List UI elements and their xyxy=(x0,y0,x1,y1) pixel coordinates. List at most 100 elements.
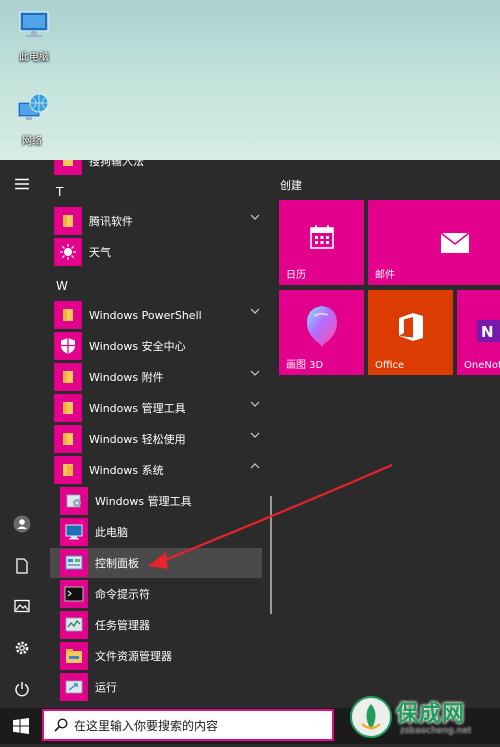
app-item-label: 任务管理器 xyxy=(95,619,150,632)
document-icon xyxy=(16,558,28,574)
documents-button[interactable] xyxy=(10,554,34,578)
picture-icon xyxy=(14,599,30,613)
app-item-tencent[interactable]: 腾讯软件 xyxy=(54,206,266,236)
cmd-icon xyxy=(60,580,88,608)
app-item-accessories[interactable]: Windows 附件 xyxy=(54,362,266,392)
tile-onenote[interactable]: N OneNote xyxy=(457,290,500,375)
folder-icon xyxy=(54,301,82,329)
tile-label: 邮件 xyxy=(375,270,395,281)
search-icon xyxy=(54,718,68,732)
office-icon xyxy=(399,313,423,341)
desktop-icon-network[interactable]: 网络 xyxy=(4,92,60,147)
app-item-label: 文件资源管理器 xyxy=(95,650,172,663)
app-list: 搜狗输入法 T 腾讯软件 天气 W Windows PowerShell Win… xyxy=(44,160,272,708)
section-letter-w[interactable]: W xyxy=(56,279,68,293)
chevron-down-icon xyxy=(250,370,260,376)
tile-area: 创建 日历 邮件 画图 3D Office N OneNot xyxy=(272,160,500,708)
folder-open-icon xyxy=(54,456,82,484)
desktop-icon-this-pc[interactable]: 此电脑 xyxy=(6,10,62,63)
app-item-sub-admin-tools[interactable]: Windows 管理工具 xyxy=(60,486,262,516)
tile-group-title[interactable]: 创建 xyxy=(280,177,302,193)
search-placeholder: 在这里输入你要搜索的内容 xyxy=(74,718,219,733)
chevron-down-icon xyxy=(250,214,260,220)
app-item-label: 运行 xyxy=(95,681,117,694)
app-item-label: Windows 轻松使用 xyxy=(89,433,186,446)
weather-sun-icon xyxy=(54,238,82,266)
expand-menu-button[interactable] xyxy=(10,172,34,196)
start-button[interactable] xyxy=(0,708,42,744)
tile-office[interactable]: Office xyxy=(368,290,453,375)
mail-icon xyxy=(440,232,470,253)
folder-icon xyxy=(54,160,82,175)
windows-logo-icon xyxy=(13,718,29,734)
app-item-run[interactable]: 运行 xyxy=(60,672,262,702)
chevron-down-icon xyxy=(250,401,260,407)
tile-label: 画图 3D xyxy=(286,360,324,371)
calendar-icon xyxy=(310,225,334,249)
section-letter-t[interactable]: T xyxy=(56,185,63,199)
file-explorer-icon xyxy=(60,642,88,670)
control-panel-icon xyxy=(60,549,88,577)
app-item-label: 此电脑 xyxy=(95,526,128,539)
shield-icon xyxy=(54,332,82,360)
desktop-icon-label: 网络 xyxy=(22,136,42,147)
desktop-icon-label: 此电脑 xyxy=(19,52,49,63)
app-item-cmd[interactable]: 命令提示符 xyxy=(60,579,262,609)
tile-mail[interactable]: 邮件 xyxy=(368,200,500,285)
app-item-label: 腾讯软件 xyxy=(89,215,133,228)
app-item-admin-tools[interactable]: Windows 管理工具 xyxy=(54,393,266,423)
tile-label: OneNote xyxy=(464,360,500,371)
start-rail xyxy=(0,160,44,708)
onenote-icon: N xyxy=(477,320,500,342)
app-item-sub-this-pc[interactable]: 此电脑 xyxy=(60,517,262,547)
tile-calendar[interactable]: 日历 xyxy=(279,200,364,285)
start-menu: 搜狗输入法 T 腾讯软件 天气 W Windows PowerShell Win… xyxy=(0,160,500,708)
app-item-powershell[interactable]: Windows PowerShell xyxy=(54,300,266,330)
pictures-button[interactable] xyxy=(10,594,34,618)
app-item-weather[interactable]: 天气 xyxy=(54,237,266,267)
account-button[interactable] xyxy=(10,512,34,536)
app-item-label: Windows 管理工具 xyxy=(89,402,186,415)
tile-paint3d[interactable]: 画图 3D xyxy=(279,290,364,375)
this-pc-icon xyxy=(19,11,49,37)
app-item-security-center[interactable]: Windows 安全中心 xyxy=(54,331,266,361)
network-icon xyxy=(17,93,49,120)
watermark-url: zsbaocheng.net xyxy=(400,726,472,736)
app-item-label: Windows 安全中心 xyxy=(89,340,186,353)
chevron-up-icon xyxy=(250,463,260,469)
app-item-label: 控制面板 xyxy=(95,557,139,570)
chevron-down-icon xyxy=(250,308,260,314)
user-avatar-icon xyxy=(13,515,31,533)
folder-icon xyxy=(54,394,82,422)
gear-icon xyxy=(15,641,29,655)
power-icon xyxy=(15,682,29,697)
app-item-label: Windows 系统 xyxy=(89,464,164,477)
tile-label: 日历 xyxy=(286,270,306,281)
watermark: 保成网 zsbaocheng.net xyxy=(340,690,500,744)
paint3d-icon xyxy=(307,306,337,347)
app-item-file-explorer[interactable]: 文件资源管理器 xyxy=(60,641,262,671)
svg-text:N: N xyxy=(481,323,494,341)
folder-icon xyxy=(54,207,82,235)
app-item-task-manager[interactable]: 任务管理器 xyxy=(60,610,262,640)
search-box[interactable]: 在这里输入你要搜索的内容 xyxy=(42,709,334,741)
app-item-label: 搜狗输入法 xyxy=(89,160,144,168)
hamburger-icon xyxy=(15,178,29,190)
watermark-title: 保成网 xyxy=(396,702,466,727)
folder-icon xyxy=(54,363,82,391)
power-button[interactable] xyxy=(10,677,34,701)
app-item-label: Windows 管理工具 xyxy=(95,495,192,508)
settings-button[interactable] xyxy=(10,636,34,660)
app-item-control-panel[interactable]: 控制面板 xyxy=(50,548,262,578)
folder-icon xyxy=(54,425,82,453)
tile-label: Office xyxy=(375,360,405,371)
app-item-windows-system[interactable]: Windows 系统 xyxy=(54,455,266,485)
app-item-label: 命令提示符 xyxy=(95,588,150,601)
app-item-label: Windows PowerShell xyxy=(89,308,202,322)
app-item-ease-of-access[interactable]: Windows 轻松使用 xyxy=(54,424,266,454)
app-item-label: Windows 附件 xyxy=(89,371,164,384)
app-item-sogou[interactable]: 搜狗输入法 xyxy=(54,160,266,176)
desktop: 此电脑 网络 xyxy=(0,0,500,160)
this-pc-icon xyxy=(60,518,88,546)
run-icon xyxy=(60,673,88,701)
